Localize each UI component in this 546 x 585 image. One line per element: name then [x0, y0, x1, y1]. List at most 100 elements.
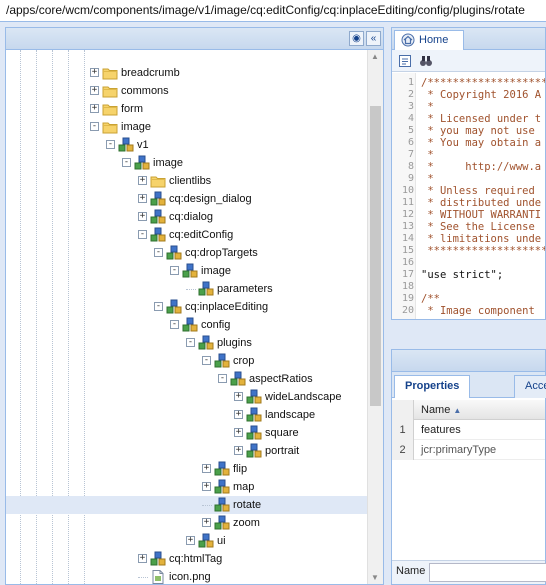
tab-home[interactable]: Home	[394, 30, 464, 50]
code-text: * WITHOUT WARRANTI	[421, 209, 542, 221]
expand-icon[interactable]: +	[234, 392, 243, 401]
tree-node-cq-dialog[interactable]: + cq:dialog	[6, 208, 367, 226]
tree-node-rotate[interactable]: rotate	[6, 496, 367, 514]
tree-node-label: v1	[137, 139, 149, 151]
table-row[interactable]: 1 features	[392, 420, 545, 440]
tree-node-widelandscape[interactable]: + wideLandscape	[6, 388, 367, 406]
tree-node-square[interactable]: + square	[6, 424, 367, 442]
collapse-icon[interactable]: -	[218, 374, 227, 383]
tree-node-image[interactable]: - image	[6, 262, 367, 280]
expand-icon[interactable]: +	[90, 86, 99, 95]
column-header-name[interactable]: Name ▲	[421, 400, 461, 420]
tree-node-cq-editconfig[interactable]: - cq:editConfig	[6, 226, 367, 244]
tree-node-cq-droptargets[interactable]: - cq:dropTargets	[6, 244, 367, 262]
collapse-icon[interactable]: -	[170, 320, 179, 329]
node-icon	[134, 155, 150, 171]
collapse-icon[interactable]: -	[138, 230, 147, 239]
tree-node-cq-inplaceediting[interactable]: - cq:inplaceEditing	[6, 298, 367, 316]
expand-icon[interactable]: +	[186, 536, 195, 545]
collapse-icon[interactable]: -	[154, 248, 163, 257]
tree-node-ui[interactable]: + ui	[6, 532, 367, 550]
collapse-icon[interactable]: -	[202, 356, 211, 365]
collapse-icon[interactable]: -	[122, 158, 131, 167]
expand-icon[interactable]: +	[234, 446, 243, 455]
expand-icon[interactable]: +	[138, 212, 147, 221]
tree-node-map[interactable]: + map	[6, 478, 367, 496]
code-line: 14 * limitations unde	[392, 233, 545, 245]
tree-node-config[interactable]: - config	[6, 316, 367, 334]
tree-connector	[202, 505, 212, 506]
expand-icon[interactable]: +	[234, 428, 243, 437]
node-icon	[150, 191, 166, 207]
tree-node-crop[interactable]: - crop	[6, 352, 367, 370]
code-line: 15 ******************************	[392, 245, 545, 257]
code-text: * Copyright 2016 A	[421, 89, 542, 101]
tree-node-clientlibs[interactable]: + clientlibs	[6, 172, 367, 190]
tree-node-label: map	[233, 481, 255, 493]
line-number: 11	[401, 197, 414, 208]
node-icon	[198, 335, 214, 351]
collapse-icon[interactable]: -	[154, 302, 163, 311]
expand-icon[interactable]: +	[90, 104, 99, 113]
tree-node-image[interactable]: - image	[6, 154, 367, 172]
collapse-icon[interactable]: -	[90, 122, 99, 131]
tree-node-cq-design-dialog[interactable]: + cq:design_dialog	[6, 190, 367, 208]
tree-node-portrait[interactable]: + portrait	[6, 442, 367, 460]
tree-connector	[186, 289, 196, 290]
tree-node-label: parameters	[217, 283, 273, 295]
code-text: * you may not use	[421, 125, 542, 137]
tree-node-commons[interactable]: + commons	[6, 82, 367, 100]
table-row[interactable]: 2 jcr:primaryType	[392, 440, 545, 460]
expand-icon[interactable]: +	[202, 464, 211, 473]
line-number: 12	[401, 209, 414, 220]
expand-icon[interactable]: +	[234, 410, 243, 419]
code-line: 6 * You may obtain a	[392, 137, 545, 149]
collapse-icon[interactable]: -	[170, 266, 179, 275]
tree-node-form[interactable]: + form	[6, 100, 367, 118]
tree-node-icon-png[interactable]: icon.png	[6, 568, 367, 584]
tree-node-landscape[interactable]: + landscape	[6, 406, 367, 424]
tree-scrollbar[interactable]: ▲ ▼	[367, 50, 383, 584]
expand-icon[interactable]: +	[90, 68, 99, 77]
tree-node-parameters[interactable]: parameters	[6, 280, 367, 298]
code-text: /******************************	[421, 77, 545, 89]
tab-access-control[interactable]: Acce	[514, 375, 546, 398]
code-editor[interactable]: 1/******************************2 * Copy…	[392, 73, 545, 319]
folder-icon	[102, 65, 118, 81]
tree-node-v1[interactable]: - v1	[6, 136, 367, 154]
binoculars-icon[interactable]: ◉	[349, 31, 364, 46]
home-icon	[401, 33, 415, 47]
address-bar[interactable]: /apps/core/wcm/components/image/v1/image…	[0, 0, 546, 22]
tree-node-plugins[interactable]: - plugins	[6, 334, 367, 352]
collapse-icon[interactable]: -	[186, 338, 195, 347]
node-icon	[166, 245, 182, 261]
tree-node-breadcrumb[interactable]: + breadcrumb	[6, 64, 367, 82]
tree-node-flip[interactable]: + flip	[6, 460, 367, 478]
expand-icon[interactable]: +	[202, 518, 211, 527]
tree-node-label: cq:design_dialog	[169, 193, 252, 205]
name-input[interactable]	[429, 563, 546, 582]
expand-icon[interactable]: +	[138, 194, 147, 203]
collapse-icon[interactable]: «	[366, 31, 381, 46]
expand-icon[interactable]: +	[202, 482, 211, 491]
tree-node-label: zoom	[233, 517, 260, 529]
tree-node-image[interactable]: - image	[6, 118, 367, 136]
code-text: * Unless required	[421, 185, 542, 197]
tree-node-aspectratios[interactable]: - aspectRatios	[6, 370, 367, 388]
scrollbar-thumb[interactable]	[370, 106, 381, 406]
expand-icon[interactable]: +	[138, 554, 147, 563]
tree-node-label: landscape	[265, 409, 316, 421]
tab-properties[interactable]: Properties	[394, 375, 471, 398]
tree-node-cq-htmltag[interactable]: + cq:htmlTag	[6, 550, 367, 568]
node-icon	[246, 425, 262, 441]
node-icon	[246, 389, 262, 405]
tree-node-zoom[interactable]: + zoom	[6, 514, 367, 532]
document-icon[interactable]	[398, 54, 412, 68]
binoculars-icon[interactable]	[419, 54, 433, 68]
code-text: * Image component	[421, 305, 542, 317]
code-text: * http://www.a	[421, 161, 542, 173]
node-icon	[182, 317, 198, 333]
collapse-icon[interactable]: -	[106, 140, 115, 149]
code-text: *	[421, 101, 434, 113]
expand-icon[interactable]: +	[138, 176, 147, 185]
